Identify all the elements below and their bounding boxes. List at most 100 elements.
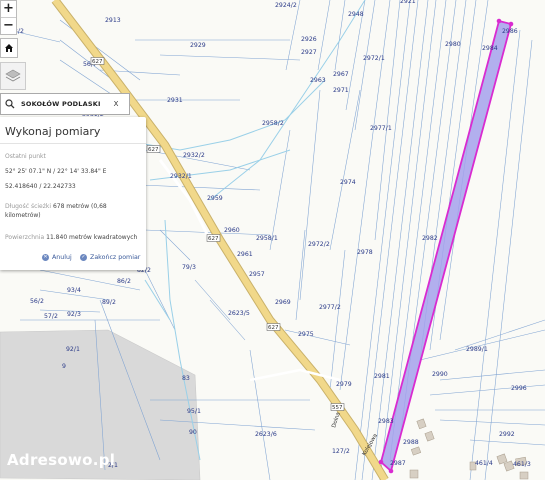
parcel-label: 2932/1	[170, 173, 192, 180]
parcel-label: 2969	[275, 299, 291, 306]
parcel-label: 2986	[502, 28, 518, 35]
parcel-label: 2961	[237, 251, 253, 258]
area-row: Powierzchnia 11.840 metrów kwadratowych	[5, 234, 137, 241]
parcel-label: 2623/6	[255, 431, 277, 438]
parcel-label: 2975	[298, 331, 314, 338]
measured-plot[interactable]	[379, 19, 513, 473]
path-length-label: Długość ścieżki	[5, 203, 52, 210]
parcel-label: 2977/2	[319, 304, 341, 311]
road-label: Dolna	[331, 412, 342, 429]
parcel-label: 2977/1	[370, 125, 392, 132]
parcel-label: 2960	[224, 227, 240, 234]
parcel-label: 2981	[374, 373, 390, 380]
cancel-icon: ✕	[42, 254, 49, 261]
svg-text:627: 627	[208, 236, 219, 242]
road-label: 627	[206, 234, 221, 242]
coords-decimal: 52.418640 / 22.242733	[5, 183, 76, 190]
parcel-label: 95/1	[187, 408, 201, 415]
parcel-label: 86/2	[117, 278, 131, 285]
zoom-control: + −	[0, 0, 17, 35]
layers-icon	[5, 69, 21, 82]
road-label: 627	[266, 323, 281, 331]
parcel-label: 89/2	[102, 299, 116, 306]
parcel-label: 127/2	[332, 448, 350, 455]
svg-text:627: 627	[92, 59, 103, 65]
parcel-label: 2972/2	[308, 241, 330, 248]
parcel-label: 2958/2	[262, 120, 284, 127]
parcel-label: 9	[62, 363, 66, 370]
parcel-label: 79/3	[182, 264, 196, 271]
parcel-label: 2989/1	[466, 346, 488, 353]
path-length-value: 678 metrów (0,68	[52, 203, 107, 210]
svg-text:627: 627	[148, 147, 159, 153]
zoom-in-button[interactable]: +	[1, 1, 16, 18]
parcel-label: 92/3	[67, 311, 81, 318]
cancel-label: Anuluj	[52, 254, 72, 261]
check-icon: ✓	[80, 254, 87, 261]
parcel-label: 56/2	[30, 298, 44, 305]
last-point-label: Ostatni punkt	[5, 153, 46, 160]
road-label: 627	[90, 57, 105, 65]
search-input[interactable]	[21, 100, 109, 108]
parcel-label: 2924/2	[275, 2, 297, 9]
home-button[interactable]	[0, 38, 18, 58]
path-length-value-2: kilometrów)	[5, 212, 41, 219]
field-road	[249, 368, 341, 382]
parcel-label: 2972/1	[363, 55, 385, 62]
parcel-label: 2921	[400, 0, 416, 5]
parcel-label: 2913	[105, 17, 121, 24]
path-length-row: Długość ścieżki 678 metrów (0,68	[5, 203, 107, 210]
parcel-label: 2623/5	[228, 310, 250, 317]
parcel-label: 2983	[378, 418, 394, 425]
clear-search-button[interactable]: X	[109, 100, 123, 108]
zoom-out-button[interactable]: −	[1, 18, 16, 34]
svg-text:557: 557	[332, 405, 343, 411]
parcel-label: 461/3	[513, 461, 531, 468]
search-icon[interactable]	[1, 99, 19, 109]
parcel-label: 2948	[348, 11, 364, 18]
layers-button[interactable]	[0, 62, 26, 90]
parcel-label: 2990	[432, 371, 448, 378]
finish-label: Zakończ pomiar	[90, 254, 141, 261]
area-label: Powierzchnia	[5, 234, 45, 241]
parcel-label: 2974	[340, 179, 356, 186]
parcel-label: 2980	[445, 41, 461, 48]
parcel-label: 92/1	[66, 346, 80, 353]
parcel-label: 2929	[190, 42, 206, 49]
parcel-label: 461/4	[475, 460, 493, 467]
parcel-label: 2982	[422, 235, 438, 242]
parcel-label: 2967	[333, 71, 349, 78]
area-value: 11.840 metrów kwadratowych	[46, 234, 138, 241]
coords-dms: 52° 25' 07.1" N / 22° 14' 33.84" E	[5, 168, 107, 175]
search-box: X	[0, 93, 130, 115]
parcel-label: 2931	[167, 97, 183, 104]
parcel-label: 2978	[357, 249, 373, 256]
cancel-button[interactable]: ✕ Anuluj	[42, 254, 72, 261]
parcel-label: 83	[182, 375, 190, 382]
watermark-logo: Adresowo.pl	[7, 451, 116, 469]
parcel-label: 2971	[333, 87, 349, 94]
parcel-label: 2958/1	[256, 235, 278, 242]
parcel-label: 2988	[403, 439, 419, 446]
parcel-label: 57/2	[44, 313, 58, 320]
parcel-label: 93/4	[67, 287, 81, 294]
parcel-label: 90	[189, 429, 197, 436]
parcel-label: 2959	[207, 195, 223, 202]
home-icon	[5, 44, 13, 52]
parcel-label: 2987	[390, 460, 406, 467]
parcel-label: 2926	[301, 36, 317, 43]
panel-divider	[0, 143, 146, 144]
parcel-label: 2996	[511, 385, 527, 392]
parcel-label: 2927	[301, 49, 317, 56]
measure-panel: Wykonaj pomiary Ostatni punkt 52° 25' 07…	[0, 117, 146, 270]
svg-text:627: 627	[268, 325, 279, 331]
parcel-label: 2957	[249, 271, 265, 278]
parcel-label: 2992	[499, 431, 515, 438]
finish-measure-button[interactable]: ✓ Zakończ pomiar	[80, 254, 140, 261]
buildings	[409, 418, 529, 480]
panel-title: Wykonaj pomiary	[5, 125, 101, 138]
parcel-label: 2963	[310, 77, 326, 84]
parcel-label: 2932/2	[183, 152, 205, 159]
parcel-label: 2984	[482, 45, 498, 52]
road-label: 557	[330, 403, 345, 411]
